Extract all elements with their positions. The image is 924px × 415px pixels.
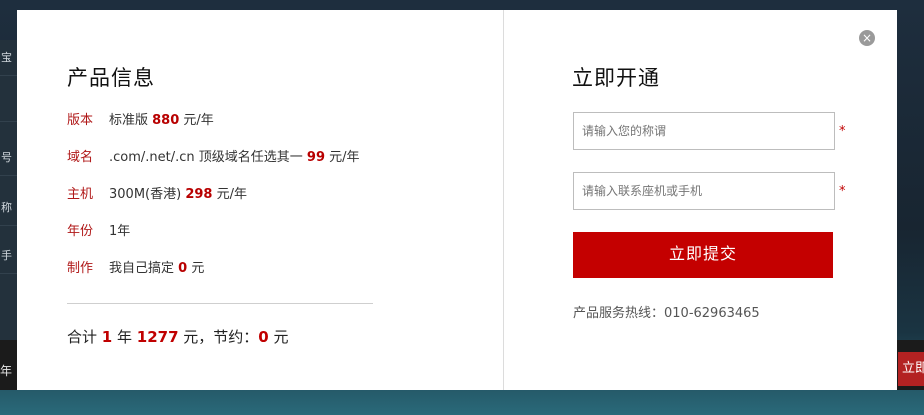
info-label: 制作 [67,261,94,276]
order-total: 合计 1 年 1277 元，节约：0 元 [67,328,289,346]
info-label: 年份 [67,224,94,239]
required-mark: * [839,124,846,139]
phone-input[interactable] [573,172,835,210]
info-label: 版本 [67,113,94,128]
background-menu-item: 手 [0,238,18,274]
product-info-list: 版本 标准版 880 元/年 域名 .com/.net/.cn 顶级域名任选其一… [67,109,387,294]
info-value: 我自己搞定 0 元 [109,261,205,276]
info-value: 标准版 880 元/年 [109,113,214,128]
name-input[interactable] [573,112,835,150]
background-text: 年 [0,364,13,378]
info-value: .com/.net/.cn 顶级域名任选其一 99 元/年 [109,150,360,165]
background-menu-item: 宝 [0,40,18,76]
background-side-menu: 宝 号 称 手 [0,40,18,340]
background-menu-item: 称 [0,190,18,226]
total-amount: 1277 [136,328,179,346]
submit-button[interactable]: 立即提交 [573,232,833,278]
signup-title: 立即开通 [572,66,660,90]
total-divider [67,303,373,304]
service-hotline: 产品服务热线：010-62963465 [573,306,760,321]
info-value: 1年 [109,224,131,239]
total-years: 1 [101,328,113,346]
product-info-panel: 产品信息 版本 标准版 880 元/年 域名 .com/.net/.cn 顶级域… [67,62,387,294]
order-modal: × 产品信息 版本 标准版 880 元/年 域名 .com/.net/.cn 顶… [17,10,897,390]
info-label: 域名 [67,150,94,165]
info-label: 主机 [67,187,94,202]
required-mark: * [839,184,846,199]
info-value: 300M(香港) 298 元/年 [109,187,247,202]
background-menu-item [0,86,18,122]
info-row-build: 制作 我自己搞定 0 元 [67,257,387,294]
close-icon[interactable]: × [859,30,875,46]
background-open-button: 立即 [898,352,924,386]
product-info-title: 产品信息 [67,66,155,90]
info-row-version: 版本 标准版 880 元/年 [67,109,387,146]
panel-divider [503,10,504,390]
info-row-domain: 域名 .com/.net/.cn 顶级域名任选其一 99 元/年 [67,146,387,183]
info-row-years: 年份 1年 [67,220,387,257]
saved-amount: 0 [258,328,269,346]
info-row-host: 主机 300M(香港) 298 元/年 [67,183,387,220]
background-menu-item: 号 [0,140,18,176]
